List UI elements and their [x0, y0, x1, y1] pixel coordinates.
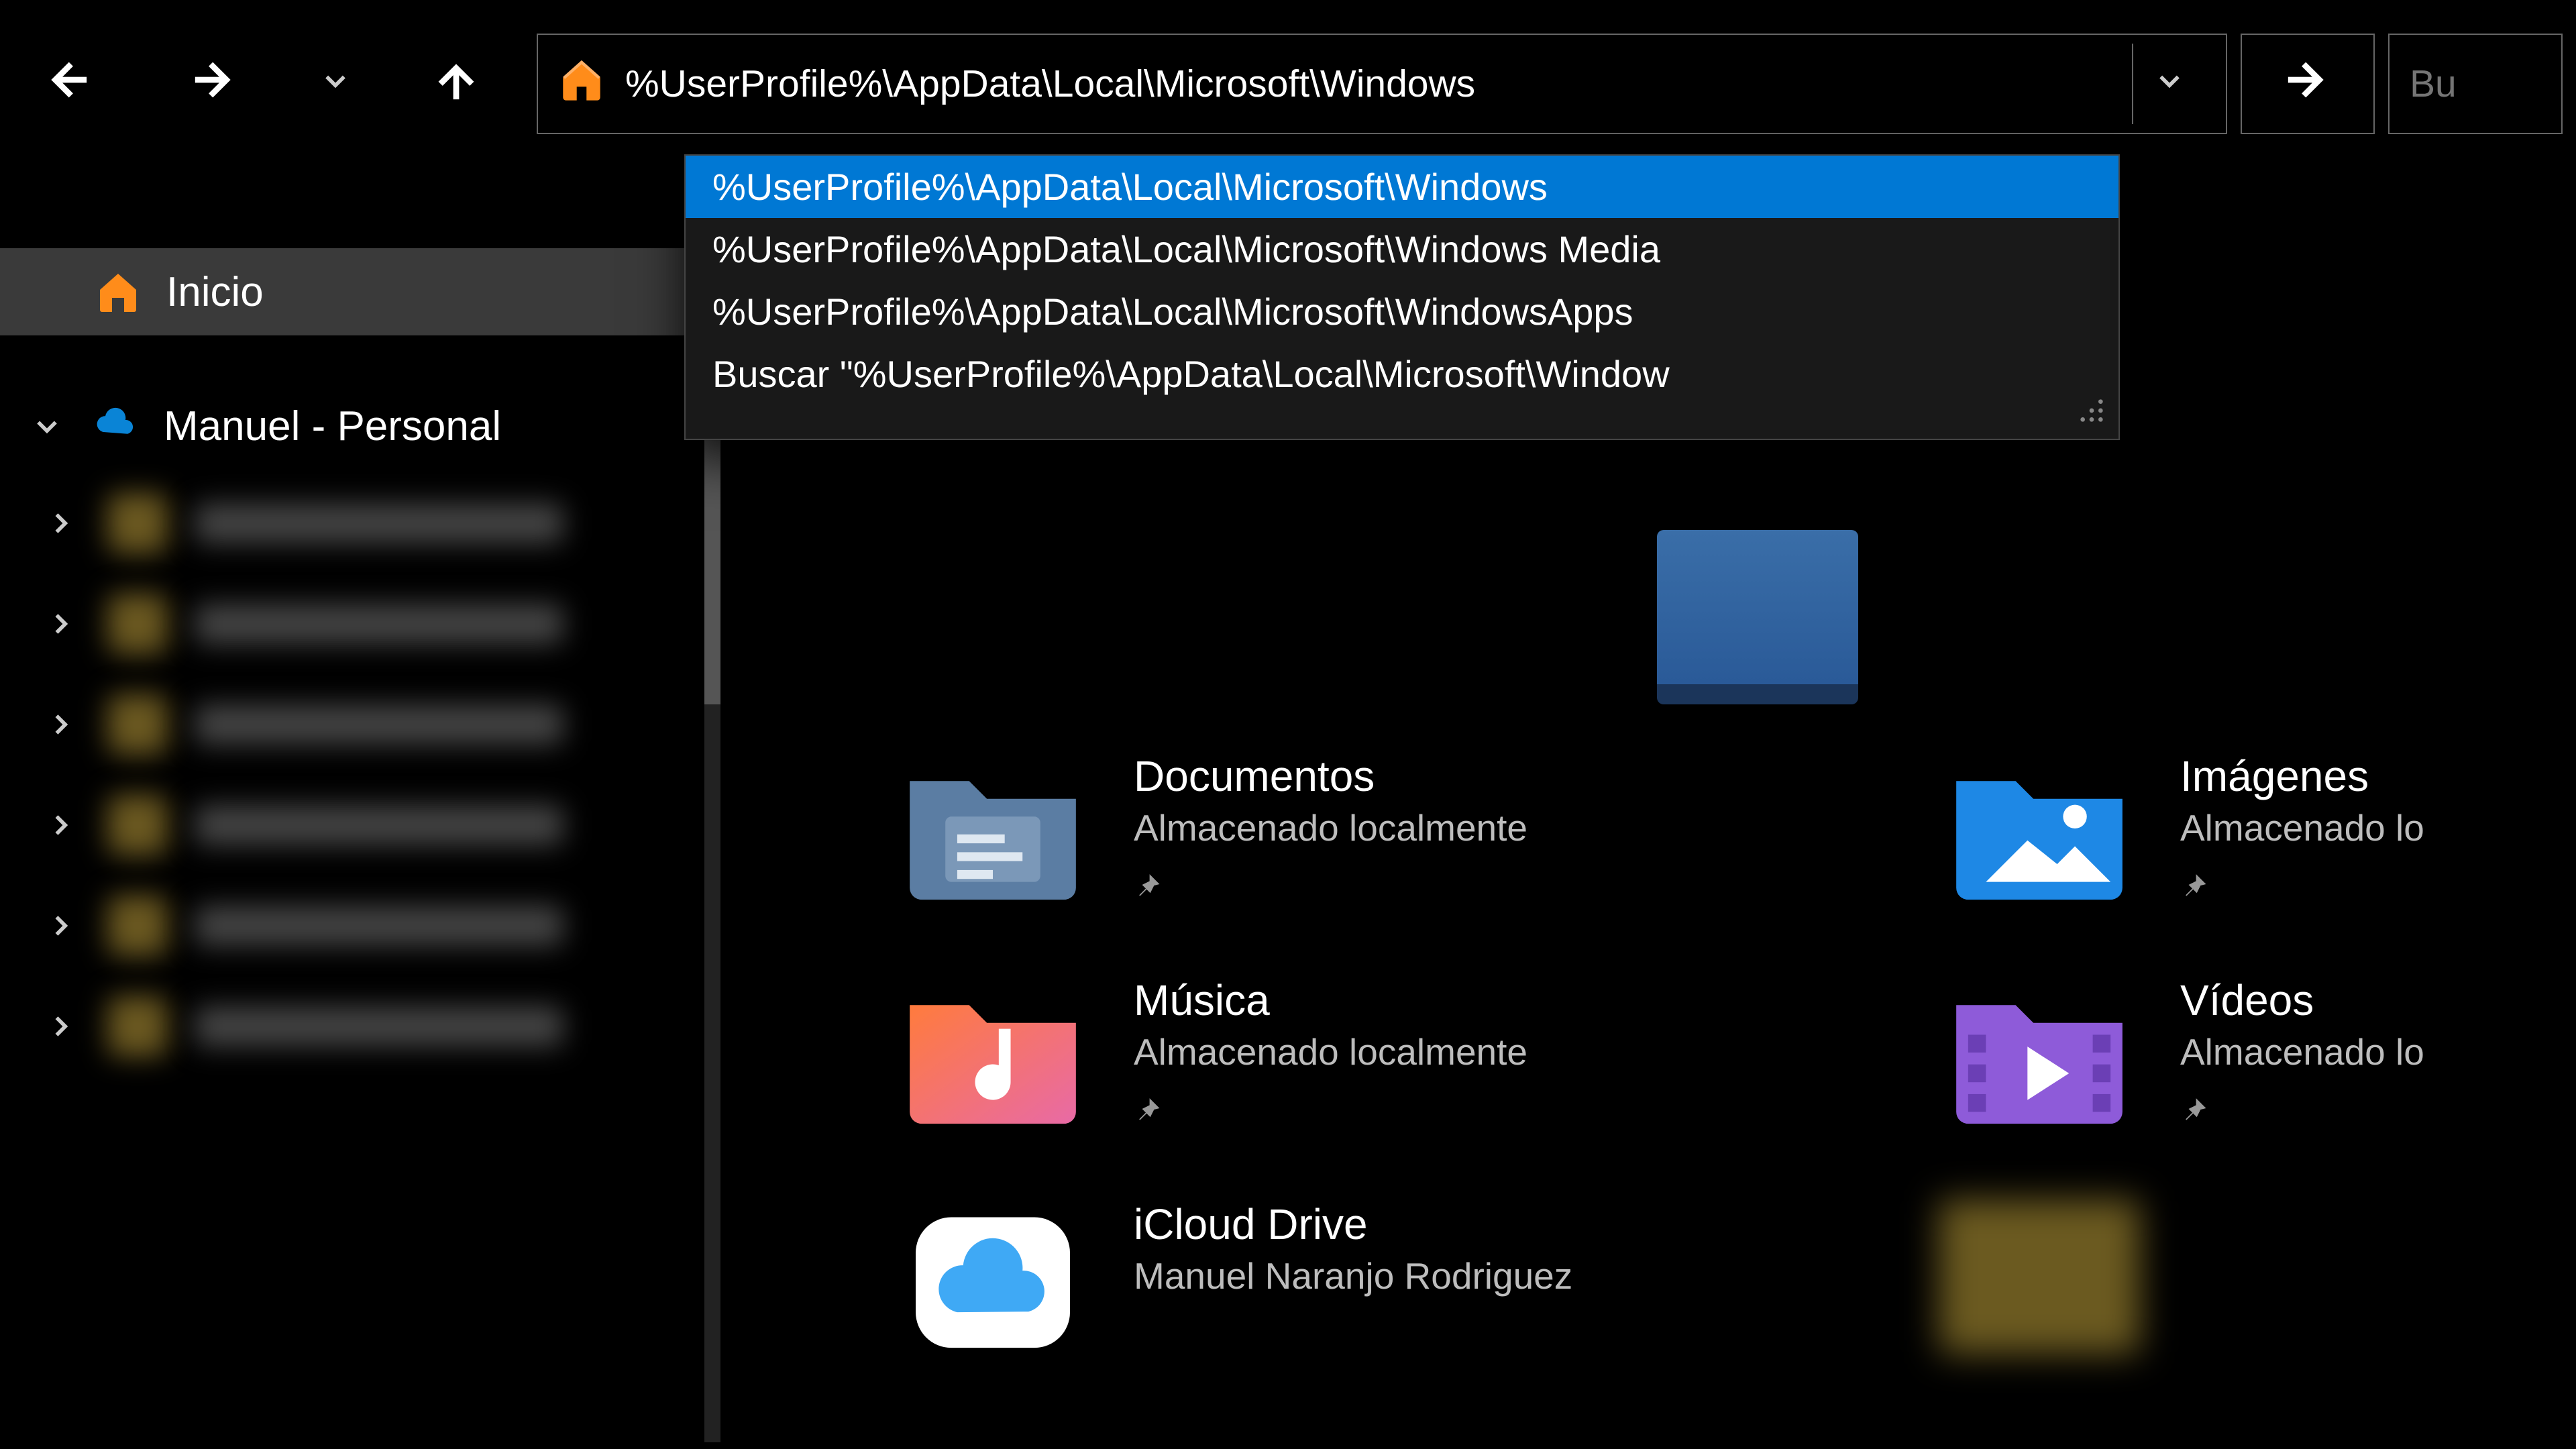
arrow-right-icon: [2284, 56, 2331, 111]
resize-grip-icon: [2078, 393, 2105, 432]
autocomplete-item[interactable]: %UserProfile%\AppData\Local\Microsoft\Wi…: [686, 218, 2118, 280]
pin-icon: [1134, 869, 1527, 908]
sidebar-item-blurred[interactable]: [40, 476, 631, 570]
blurred-icon: [107, 795, 168, 855]
folder-subtitle: Manuel Naranjo Rodriguez: [1134, 1254, 1572, 1297]
chevron-right-icon: [40, 710, 80, 739]
recent-dropdown-button[interactable]: [295, 23, 376, 144]
music-folder-icon: [892, 975, 1093, 1130]
documents-folder-icon: [892, 751, 1093, 906]
folder-name: Documentos: [1134, 751, 1527, 801]
onedrive-icon: [91, 402, 140, 450]
pin-icon: [2180, 1093, 2424, 1132]
chevron-right-icon: [40, 609, 80, 639]
folder-tile-videos[interactable]: Vídeos Almacenado lo: [1939, 975, 2576, 1132]
arrow-right-icon: [191, 56, 238, 111]
chevron-down-icon: [321, 64, 350, 103]
search-input[interactable]: [2410, 62, 2541, 106]
autocomplete-item[interactable]: Buscar "%UserProfile%\AppData\Local\Micr…: [686, 343, 2118, 405]
chevron-right-icon: [40, 810, 80, 840]
address-bar[interactable]: [537, 34, 2227, 134]
arrow-up-icon: [433, 56, 480, 111]
nav-back-button[interactable]: [0, 23, 134, 144]
home-icon: [558, 56, 605, 111]
sidebar-item-home[interactable]: Inicio: [0, 248, 704, 335]
home-icon: [94, 268, 142, 316]
address-input[interactable]: [625, 35, 2112, 133]
sidebar-item-label: Inicio: [166, 268, 264, 316]
blurred-icon: [1939, 1199, 2140, 1354]
pin-icon: [2180, 869, 2424, 908]
folder-subtitle: Almacenado lo: [2180, 1030, 2424, 1073]
folder-name: iCloud Drive: [1134, 1199, 1572, 1249]
address-autocomplete-dropdown: %UserProfile%\AppData\Local\Microsoft\Wi…: [684, 154, 2120, 440]
videos-folder-icon: [1939, 975, 2140, 1130]
icloud-icon: [892, 1199, 1093, 1354]
sidebar-item-blurred[interactable]: [40, 979, 631, 1073]
pin-icon: [1134, 1093, 1527, 1132]
nav-up-button[interactable]: [389, 23, 523, 144]
blurred-text: [195, 704, 564, 745]
sidebar-item-blurred[interactable]: [40, 577, 631, 671]
folder-tile-music[interactable]: Música Almacenado localmente: [892, 975, 1939, 1132]
autocomplete-item[interactable]: %UserProfile%\AppData\Local\Microsoft\Wi…: [686, 156, 2118, 218]
sidebar-item-blurred[interactable]: [40, 879, 631, 973]
blurred-icon: [107, 694, 168, 755]
nav-forward-button[interactable]: [148, 23, 282, 144]
arrow-left-icon: [44, 56, 91, 111]
folder-tile-partial[interactable]: [1657, 530, 1858, 704]
toolbar: [0, 0, 2576, 168]
blurred-icon: [107, 493, 168, 553]
blurred-text: [195, 604, 564, 644]
blurred-text: [195, 503, 564, 543]
address-history-dropdown[interactable]: [2132, 44, 2206, 124]
content-toprow-overflow: Descargas Almacenado lo: [1657, 530, 2576, 858]
sidebar-item-onedrive[interactable]: Manuel - Personal: [0, 382, 704, 470]
chevron-down-icon: [27, 411, 67, 441]
navigation-sidebar: Inicio Manuel - Personal: [0, 168, 704, 1449]
folder-name: Vídeos: [2180, 975, 2424, 1025]
folder-name: Música: [1134, 975, 1527, 1025]
blurred-text: [195, 1006, 564, 1046]
blurred-icon: [107, 594, 168, 654]
blurred-icon: [107, 896, 168, 956]
sidebar-item-blurred[interactable]: [40, 678, 631, 771]
sidebar-item-blurred[interactable]: [40, 778, 631, 872]
go-button[interactable]: [2241, 34, 2375, 134]
sidebar-item-label: Manuel - Personal: [164, 402, 501, 450]
blurred-icon: [107, 996, 168, 1057]
blurred-text: [195, 805, 564, 845]
blurred-text: [195, 906, 564, 946]
folder-tile-blurred[interactable]: [1939, 1199, 2576, 1354]
chevron-right-icon: [40, 1012, 80, 1041]
folder-tile-icloud[interactable]: iCloud Drive Manuel Naranjo Rodriguez: [892, 1199, 1939, 1354]
folder-subtitle: Almacenado localmente: [1134, 1030, 1527, 1073]
folder-subtitle: Almacenado localmente: [1134, 806, 1527, 849]
chevron-right-icon: [40, 911, 80, 941]
autocomplete-item[interactable]: %UserProfile%\AppData\Local\Microsoft\Wi…: [686, 280, 2118, 343]
chevron-down-icon: [2155, 64, 2184, 103]
chevron-right-icon: [40, 508, 80, 538]
search-box[interactable]: [2388, 34, 2563, 134]
dropdown-resize-grip[interactable]: [686, 405, 2118, 439]
